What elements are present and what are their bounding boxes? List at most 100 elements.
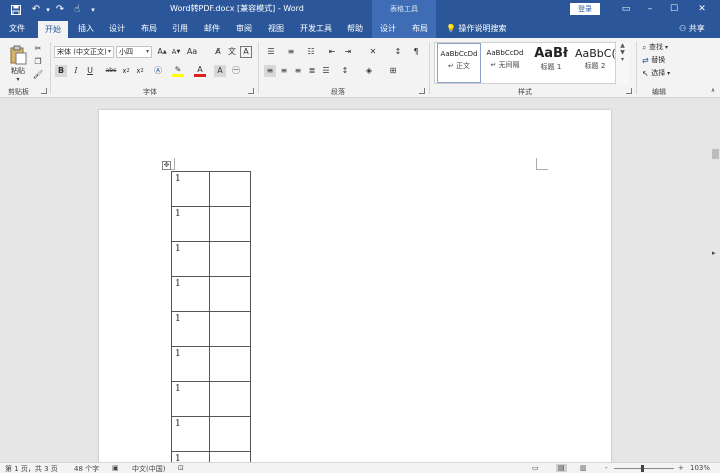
style-no-spacing[interactable]: AaBbCcDd ↵ 无间隔 (483, 43, 527, 83)
increase-indent-icon[interactable]: ⇥ (342, 46, 354, 58)
tab-table-design[interactable]: 设计 (380, 19, 396, 38)
zoom-level[interactable]: 103% (690, 464, 710, 472)
decrease-indent-icon[interactable]: ⇤ (326, 46, 338, 58)
document-page[interactable]: ✥ 111111111 (99, 110, 611, 473)
clipboard-launcher-icon[interactable] (41, 88, 47, 94)
maximize-icon[interactable]: ☐ (666, 2, 682, 16)
table-cell[interactable]: 1 (171, 276, 210, 312)
clear-formatting-icon[interactable]: A̸ (212, 46, 224, 58)
style-heading-1[interactable]: AaBł 标题 1 (529, 43, 573, 83)
tab-view[interactable]: 视图 (268, 19, 284, 38)
style-heading-2[interactable]: AaBbC( 标题 2 (575, 43, 615, 83)
italic-icon[interactable]: I (70, 65, 82, 77)
page-count[interactable]: 第 1 页，共 3 页 (5, 464, 58, 473)
customize-qat-icon[interactable]: ▾ (88, 2, 98, 17)
chinese-layout-icon[interactable]: ✕ (366, 46, 380, 58)
tab-review[interactable]: 审阅 (236, 19, 252, 38)
tab-insert[interactable]: 插入 (78, 19, 94, 38)
share-button[interactable]: ⚇ 共享 (679, 19, 705, 38)
table-cell[interactable]: 1 (171, 381, 210, 417)
table-move-handle-icon[interactable]: ✥ (162, 161, 171, 170)
scrollbar-thumb[interactable] (712, 149, 719, 159)
zoom-slider[interactable] (614, 468, 674, 469)
table-cell[interactable]: 1 (171, 311, 210, 347)
table-cell[interactable] (208, 416, 252, 452)
table-cell[interactable]: 1 (171, 346, 210, 382)
enclose-character-icon[interactable]: A (240, 46, 252, 58)
web-layout-icon[interactable]: ▥ (580, 464, 587, 472)
save-icon[interactable] (8, 2, 24, 17)
bullets-icon[interactable]: ☰ (264, 46, 278, 58)
table-cell[interactable] (208, 241, 252, 277)
paste-dropdown-icon[interactable]: ▾ (9, 76, 27, 84)
grow-font-icon[interactable]: A ▲ (156, 46, 168, 58)
table-cell[interactable]: 1 (171, 241, 210, 277)
zoom-in-icon[interactable]: + (678, 464, 684, 472)
table-cell[interactable]: 1 (171, 171, 210, 207)
table-cell[interactable]: 1 (171, 206, 210, 242)
enclose-characters-icon[interactable]: ㊀ (230, 65, 242, 77)
change-case-icon[interactable]: Aa (186, 46, 198, 58)
select-button[interactable]: ↖ 选择 ▾ (642, 68, 682, 79)
login-button[interactable]: 登录 (570, 3, 600, 15)
tab-developer[interactable]: 开发工具 (300, 19, 332, 38)
multilevel-list-icon[interactable]: ☷ (304, 46, 318, 58)
style-normal[interactable]: AaBbCcDd ↵ 正文 (437, 43, 481, 83)
table-cell[interactable]: 1 (171, 416, 210, 452)
find-button[interactable]: ⌕ 查找 ▾ (642, 42, 682, 53)
align-center-icon[interactable]: ≡ (278, 65, 290, 77)
borders-icon[interactable]: ⊞ (386, 65, 400, 77)
cut-icon[interactable]: ✂ (32, 44, 44, 54)
tab-file[interactable]: 文件 (9, 19, 25, 38)
redo-icon[interactable]: ↷ (52, 2, 68, 17)
touch-mode-icon[interactable]: ☝ (70, 2, 84, 17)
table-cell[interactable] (208, 311, 252, 347)
collapse-ribbon-icon[interactable]: ∧ (708, 87, 718, 95)
gallery-more-icon[interactable]: ▾ (616, 56, 629, 63)
close-icon[interactable]: ✕ (694, 2, 710, 16)
tab-table-layout[interactable]: 布局 (412, 19, 428, 38)
chevron-down-icon[interactable]: ▼ (616, 49, 629, 56)
styles-launcher-icon[interactable] (626, 88, 632, 94)
zoom-out-icon[interactable]: - (605, 464, 608, 472)
justify-icon[interactable]: ≣ (306, 65, 318, 77)
character-shading-icon[interactable]: A (214, 65, 226, 77)
vertical-scrollbar[interactable] (711, 109, 720, 459)
font-size-combo[interactable]: 小四 ▾ (116, 46, 152, 58)
subscript-icon[interactable]: x2 (120, 65, 132, 77)
table-cell[interactable] (208, 346, 252, 382)
distributed-icon[interactable]: ☰ (320, 65, 332, 77)
text-effects-icon[interactable]: Ⓐ (152, 65, 164, 77)
word-count[interactable]: 48 个字 (74, 464, 99, 473)
paste-icon[interactable] (8, 44, 28, 66)
format-painter-icon[interactable]: 🖌 (32, 70, 44, 80)
zoom-slider-thumb[interactable] (641, 465, 644, 472)
undo-dropdown-icon[interactable]: ▾ (44, 2, 52, 17)
sort-icon[interactable]: ↕ (392, 46, 404, 58)
macro-record-icon[interactable]: ⊡ (178, 464, 184, 472)
table-cell[interactable] (208, 381, 252, 417)
numbering-icon[interactable]: ≡ (284, 46, 298, 58)
ribbon-display-options-icon[interactable]: ▭ (618, 2, 634, 16)
styles-gallery-scroll[interactable]: ▲ ▼ ▾ (615, 42, 629, 84)
undo-icon[interactable]: ↶ (28, 2, 44, 17)
tab-design[interactable]: 设计 (109, 19, 125, 38)
phonetic-guide-icon[interactable]: 文 (226, 46, 238, 58)
show-marks-icon[interactable]: ¶ (410, 46, 422, 58)
tab-mailings[interactable]: 邮件 (204, 19, 220, 38)
underline-icon[interactable]: U (84, 65, 96, 77)
bold-icon[interactable]: B (55, 65, 67, 77)
superscript-icon[interactable]: x2 (134, 65, 146, 77)
font-launcher-icon[interactable] (248, 88, 254, 94)
print-layout-icon[interactable]: ▤ (556, 464, 567, 472)
strikethrough-icon[interactable]: abc (104, 65, 118, 77)
table-cell[interactable] (208, 206, 252, 242)
align-left-icon[interactable]: ≡ (264, 65, 276, 77)
replace-button[interactable]: ⇄ 替换 (642, 55, 682, 66)
minimize-icon[interactable]: – (642, 2, 658, 16)
table-cell[interactable] (208, 171, 252, 207)
tab-help[interactable]: 帮助 (347, 19, 363, 38)
language-status[interactable]: 中文(中国) (132, 464, 165, 473)
tab-references[interactable]: 引用 (172, 19, 188, 38)
shading-icon[interactable]: ◈ (362, 65, 376, 77)
